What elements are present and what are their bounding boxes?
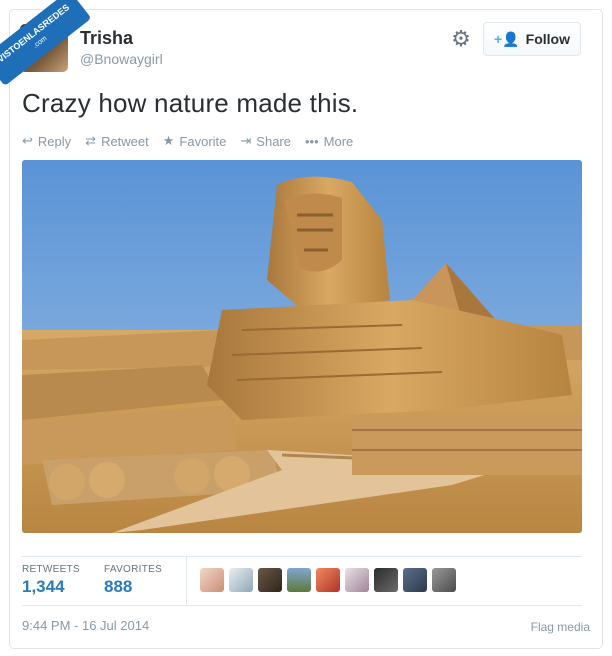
favorite-count-stat[interactable]: FAVORITES 888	[104, 564, 162, 597]
favoriter-avatar[interactable]	[345, 568, 369, 592]
user-display-name[interactable]: Trisha	[80, 28, 133, 49]
favorites-count: 888	[104, 577, 133, 596]
reply-icon: ↩	[22, 133, 33, 148]
share-icon: ⇥	[240, 133, 252, 148]
favoriter-avatar[interactable]	[432, 568, 456, 592]
tweet-media-image[interactable]	[22, 160, 582, 533]
stats-bottom-divider	[22, 605, 582, 606]
retweet-count-stat[interactable]: RETWEETS 1,344	[22, 564, 80, 597]
tweet-timestamp[interactable]: 9:44 PM - 16 Jul 2014	[22, 618, 149, 633]
reply-button[interactable]: ↩ Reply	[22, 133, 71, 149]
favoriter-avatars	[200, 568, 456, 592]
more-icon: •••	[305, 133, 319, 149]
add-user-icon: +👤	[494, 30, 520, 47]
follow-button[interactable]: +👤 Follow	[483, 22, 581, 56]
sphinx-photo	[22, 160, 582, 533]
tweet-text: Crazy how nature made this.	[22, 88, 359, 118]
retweets-label: RETWEETS	[22, 564, 80, 575]
retweets-count: 1,344	[22, 577, 65, 596]
favoriter-avatar[interactable]	[374, 568, 398, 592]
retweet-button[interactable]: ⇄ Retweet	[85, 133, 149, 149]
favoriter-avatar[interactable]	[229, 568, 253, 592]
user-handle[interactable]: @Bnowaygirl	[80, 51, 163, 67]
favoriter-avatar[interactable]	[200, 568, 224, 592]
favoriter-avatar[interactable]	[287, 568, 311, 592]
favoriter-avatar[interactable]	[316, 568, 340, 592]
gear-icon[interactable]: ⚙	[450, 28, 472, 50]
favorites-label: FAVORITES	[104, 564, 163, 575]
retweet-icon: ⇄	[85, 133, 97, 148]
favoriter-avatar[interactable]	[403, 568, 427, 592]
stats-vertical-divider	[186, 556, 187, 604]
favoriter-avatar[interactable]	[258, 568, 282, 592]
favorite-button[interactable]: ★ Favorite	[163, 133, 227, 149]
stats-top-divider	[22, 556, 582, 557]
more-button[interactable]: ••• More	[305, 133, 353, 149]
share-button[interactable]: ⇥ Share	[240, 133, 291, 149]
tweet-actions: ↩ Reply ⇄ Retweet ★ Favorite ⇥ Share •••…	[22, 133, 353, 149]
star-icon: ★	[162, 133, 175, 148]
follow-button-label: Follow	[525, 31, 570, 47]
flag-media-link[interactable]: Flag media	[531, 620, 590, 634]
